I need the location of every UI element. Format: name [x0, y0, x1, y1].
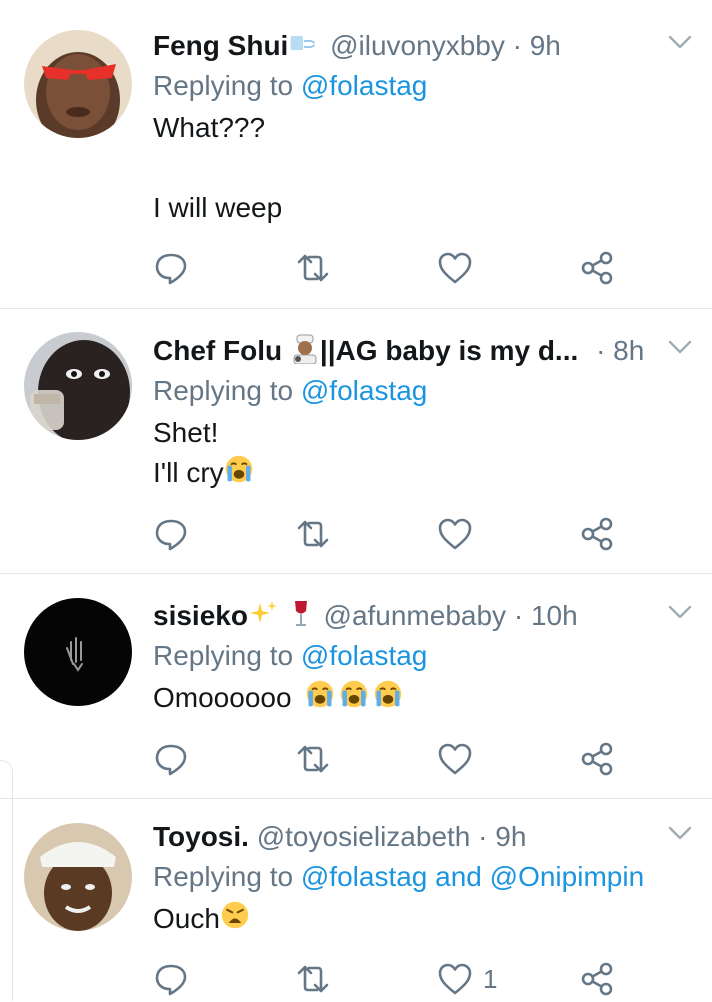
share-icon[interactable] — [579, 250, 615, 286]
tweet-text: Omoooooo — [153, 678, 692, 718]
reply-icon[interactable] — [153, 961, 189, 997]
mention-link[interactable]: @folastag — [301, 640, 428, 671]
tweet-header: sisieko @afunmebaby · 10h — [153, 596, 692, 636]
tweet-text: What??? I will weep — [153, 108, 692, 228]
action-bar — [153, 741, 623, 781]
share-icon[interactable] — [579, 961, 615, 997]
like-count: 1 — [483, 964, 498, 994]
chevron-down-icon[interactable] — [668, 339, 692, 355]
reply-tweet[interactable]: sisieko @afunmebaby · 10h Replying to @f… — [0, 574, 712, 799]
reply-icon[interactable] — [153, 516, 189, 552]
replying-label: Replying to — [153, 375, 294, 406]
share-icon[interactable] — [579, 516, 615, 552]
text-line: I'll cry — [153, 457, 224, 488]
replying-to: Replying to @folastag — [153, 66, 692, 106]
heart-icon[interactable] — [437, 250, 473, 286]
weary-face-emoji-icon — [220, 900, 254, 934]
avatar[interactable] — [24, 823, 132, 931]
crying-face-emoji-icon — [305, 679, 339, 713]
replying-to: Replying to @folastag — [153, 371, 692, 411]
separator-dot: · — [512, 30, 522, 61]
display-name[interactable]: Feng Shui — [153, 30, 288, 61]
reply-icon[interactable] — [153, 250, 189, 286]
avatar-image — [24, 823, 132, 931]
replying-label: Replying to — [153, 70, 294, 101]
mention-link[interactable]: @folastag — [301, 861, 428, 892]
replying-to: Replying to @folastag and @Onipimpin — [153, 857, 692, 897]
action-bar — [153, 516, 623, 556]
timestamp[interactable]: 8h — [613, 335, 644, 366]
replying-label: Replying to — [153, 861, 294, 892]
text-line: Shet! — [153, 417, 219, 448]
replying-label: Replying to — [153, 640, 294, 671]
retweet-icon[interactable] — [295, 516, 331, 552]
chevron-down-icon[interactable] — [668, 825, 692, 841]
timestamp[interactable]: 9h — [495, 821, 526, 852]
action-bar: 1 — [153, 961, 623, 1001]
mention-link[interactable]: @folastag — [301, 70, 428, 101]
text-line: Ouch — [153, 903, 220, 934]
sparkles-emoji-icon — [248, 599, 278, 629]
mention-link[interactable]: @Onipimpin — [490, 861, 644, 892]
user-handle[interactable]: @afunmebaby — [324, 600, 507, 631]
text-line: Omoooooo — [153, 682, 292, 713]
retweet-icon[interactable] — [295, 741, 331, 777]
side-panel-edge — [0, 760, 13, 1001]
separator-dot: · — [596, 335, 606, 366]
avatar-image — [24, 598, 132, 706]
user-handle[interactable]: @toyosielizabeth — [257, 821, 471, 852]
separator-dot: · — [478, 821, 488, 852]
heart-icon[interactable] — [437, 741, 473, 777]
tweet-header: Toyosi. @toyosielizabeth · 9h — [153, 817, 692, 857]
chevron-down-icon[interactable] — [668, 34, 692, 50]
avatar[interactable] — [24, 30, 132, 138]
heart-icon[interactable] — [437, 516, 473, 552]
display-name-suffix[interactable]: ||AG baby is my d... — [320, 335, 578, 366]
retweet-icon[interactable] — [295, 250, 331, 286]
avatar[interactable] — [24, 598, 132, 706]
dash-emoji-icon — [288, 29, 322, 59]
avatar-image — [24, 332, 132, 440]
heart-icon[interactable] — [437, 961, 473, 997]
text-line-with-emoji: I'll cry — [153, 453, 692, 493]
mention-link[interactable]: @folastag — [301, 375, 428, 406]
tweet-header: Chef Folu ||AG baby is my d... · 8h — [153, 331, 692, 371]
action-bar — [153, 250, 623, 290]
timestamp[interactable]: 10h — [531, 600, 578, 631]
crying-face-emoji-icon — [373, 679, 407, 713]
tweet-text: Ouch — [153, 899, 692, 939]
crying-face-emoji-icon — [339, 679, 373, 713]
tweet-text: Shet! I'll cry — [153, 413, 692, 493]
crying-face-emoji-icon — [224, 454, 258, 488]
replying-to: Replying to @folastag — [153, 636, 692, 676]
chevron-down-icon[interactable] — [668, 604, 692, 620]
avatar[interactable] — [24, 332, 132, 440]
text-line: What??? — [153, 112, 266, 143]
avatar-image — [24, 30, 132, 138]
text-line — [153, 148, 692, 188]
display-name[interactable]: sisieko — [153, 600, 248, 631]
reply-tweet[interactable]: Feng Shui @iluvonyxbby · 9h Replying to … — [0, 0, 712, 309]
timestamp[interactable]: 9h — [530, 30, 561, 61]
reply-tweet[interactable]: Toyosi. @toyosielizabeth · 9h Replying t… — [0, 799, 712, 1002]
retweet-icon[interactable] — [295, 961, 331, 997]
separator-dot: · — [513, 600, 524, 631]
tweet-header: Feng Shui @iluvonyxbby · 9h — [153, 26, 692, 66]
reply-icon[interactable] — [153, 741, 189, 777]
mention-joiner: and — [435, 861, 482, 892]
display-name[interactable]: Toyosi. — [153, 821, 249, 852]
cook-emoji-icon — [290, 334, 320, 364]
user-handle[interactable]: @iluvonyxbby — [330, 30, 505, 61]
reply-tweet[interactable]: Chef Folu ||AG baby is my d... · 8h Repl… — [0, 309, 712, 574]
text-line: I will weep — [153, 192, 283, 223]
display-name[interactable]: Chef Folu — [153, 335, 282, 366]
wine-glass-emoji-icon — [286, 599, 316, 629]
share-icon[interactable] — [579, 741, 615, 777]
